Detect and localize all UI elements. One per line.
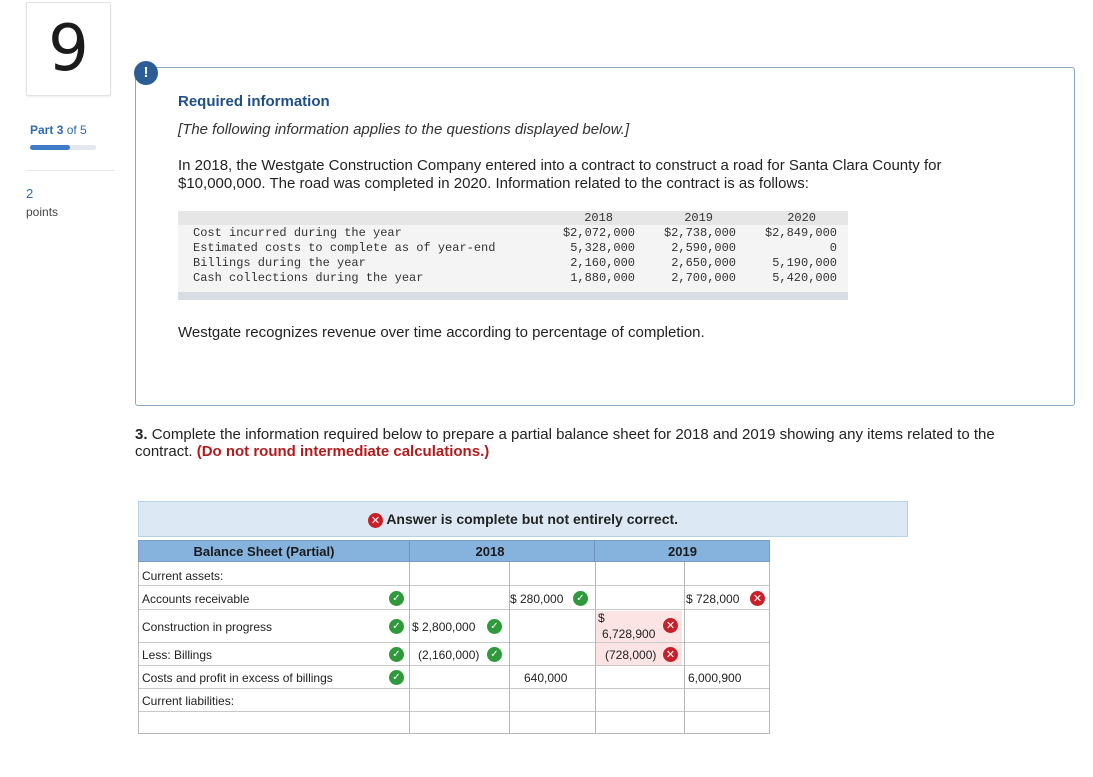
question-prompt: 3. Complete the information required bel… bbox=[135, 426, 1055, 460]
answer-status-banner: ✕ Answer is complete but not entirely co… bbox=[138, 501, 908, 537]
cip-2019-value[interactable]: 6,728,900 bbox=[602, 627, 655, 641]
table-cell: $2,072,000 bbox=[562, 226, 635, 240]
check-icon: ✓ bbox=[389, 670, 404, 685]
alert-icon: ! bbox=[134, 61, 158, 85]
required-info-title: Required information bbox=[178, 93, 330, 110]
table-row-label: Cost incurred during the year bbox=[193, 226, 402, 240]
part-label: Part bbox=[30, 123, 54, 137]
question-number-box: 9 bbox=[26, 2, 111, 96]
row-divider bbox=[139, 688, 769, 689]
table-header-bar bbox=[178, 211, 848, 225]
table-cell: 1,880,000 bbox=[570, 271, 635, 285]
row-label-current-liabilities: Current liabilities: bbox=[142, 694, 235, 708]
row-label-costs-profit-excess: Costs and profit in excess of billings bbox=[142, 671, 333, 685]
bs-header-label: Balance Sheet (Partial) bbox=[193, 544, 335, 559]
check-icon: ✓ bbox=[487, 647, 502, 662]
table-cell: $2,738,000 bbox=[663, 226, 736, 240]
ar-2019-value[interactable]: $ 728,000 bbox=[686, 592, 739, 606]
part-indicator: Part 3 of 5 bbox=[30, 123, 87, 137]
check-icon: ✓ bbox=[389, 591, 404, 606]
bs-header-2018: 2018 bbox=[475, 544, 505, 559]
contract-data-table: 2018 2019 2020 Cost incurred during the … bbox=[178, 211, 848, 300]
contract-description: In 2018, the Westgate Construction Compa… bbox=[178, 157, 942, 192]
year-header: 2020 bbox=[787, 211, 816, 225]
question-note: (Do not round intermediate calculations.… bbox=[196, 443, 490, 460]
table-cell: 5,328,000 bbox=[570, 241, 635, 255]
row-divider bbox=[139, 585, 769, 586]
row-divider bbox=[139, 665, 769, 666]
table-row-label: Billings during the year bbox=[193, 256, 366, 270]
excess-2019-value[interactable]: 6,000,900 bbox=[688, 671, 741, 685]
col-divider bbox=[509, 562, 510, 733]
part-progress-bar bbox=[30, 145, 96, 150]
answer-status-text: Answer is complete but not entirely corr… bbox=[386, 511, 679, 527]
billings-2018-value[interactable]: (2,160,000) bbox=[418, 648, 479, 662]
row-label-current-assets: Current assets: bbox=[142, 569, 224, 583]
part-of: of 5 bbox=[66, 123, 87, 137]
cip-2019-currency: $ bbox=[598, 611, 605, 625]
row-divider bbox=[139, 609, 769, 610]
table-cell: 0 bbox=[829, 241, 837, 255]
billings-2019-value[interactable]: (728,000) bbox=[605, 648, 656, 662]
year-header: 2019 bbox=[684, 211, 713, 225]
cip-2018-value[interactable]: $ 2,800,000 bbox=[412, 620, 475, 634]
table-cell: 5,190,000 bbox=[772, 256, 837, 270]
row-divider bbox=[139, 711, 769, 712]
table-footer-bar bbox=[178, 292, 848, 300]
header-divider bbox=[594, 540, 595, 562]
table-cell: 2,160,000 bbox=[570, 256, 635, 270]
progress-fill bbox=[30, 145, 70, 150]
row-label-less-billings: Less: Billings bbox=[142, 648, 213, 662]
row-label-construction-in-progress: Construction in progress bbox=[142, 620, 273, 634]
check-icon: ✓ bbox=[389, 647, 404, 662]
header-divider bbox=[409, 540, 410, 562]
bs-header-2019: 2019 bbox=[668, 544, 697, 559]
check-icon: ✓ bbox=[573, 591, 588, 606]
table-cell: 5,420,000 bbox=[772, 271, 837, 285]
table-cell: 2,590,000 bbox=[671, 241, 736, 255]
col-divider bbox=[409, 562, 410, 733]
balance-sheet-header: Balance Sheet (Partial) 2018 2019 bbox=[138, 540, 770, 562]
table-cell: 2,650,000 bbox=[671, 256, 736, 270]
question-number: 9 bbox=[48, 12, 89, 86]
question-number-label: 3. bbox=[135, 426, 148, 443]
points-label: points bbox=[26, 205, 59, 219]
table-cell: $2,849,000 bbox=[764, 226, 837, 240]
row-label-accounts-receivable: Accounts receivable bbox=[142, 592, 250, 606]
table-row-label: Cash collections during the year bbox=[193, 271, 424, 285]
table-row-label: Estimated costs to complete as of year-e… bbox=[193, 241, 496, 255]
check-icon: ✓ bbox=[487, 619, 502, 634]
x-icon: ✕ bbox=[750, 591, 765, 606]
year-header: 2018 bbox=[584, 211, 613, 225]
ar-2018-value[interactable]: $ 280,000 bbox=[510, 592, 563, 606]
table-cell: 2,700,000 bbox=[671, 271, 736, 285]
points-value: 2 bbox=[26, 186, 34, 201]
excess-2018-value[interactable]: 640,000 bbox=[524, 671, 567, 685]
x-icon: ✕ bbox=[663, 618, 678, 633]
applies-note: [The following information applies to th… bbox=[178, 121, 630, 138]
x-icon: ✕ bbox=[367, 512, 383, 528]
check-icon: ✓ bbox=[389, 619, 404, 634]
col-divider bbox=[684, 562, 685, 733]
revenue-recognition-note: Westgate recognizes revenue over time ac… bbox=[178, 324, 705, 341]
x-icon: ✕ bbox=[663, 647, 678, 662]
part-current: 3 bbox=[56, 123, 64, 137]
sidebar-divider bbox=[26, 170, 115, 171]
